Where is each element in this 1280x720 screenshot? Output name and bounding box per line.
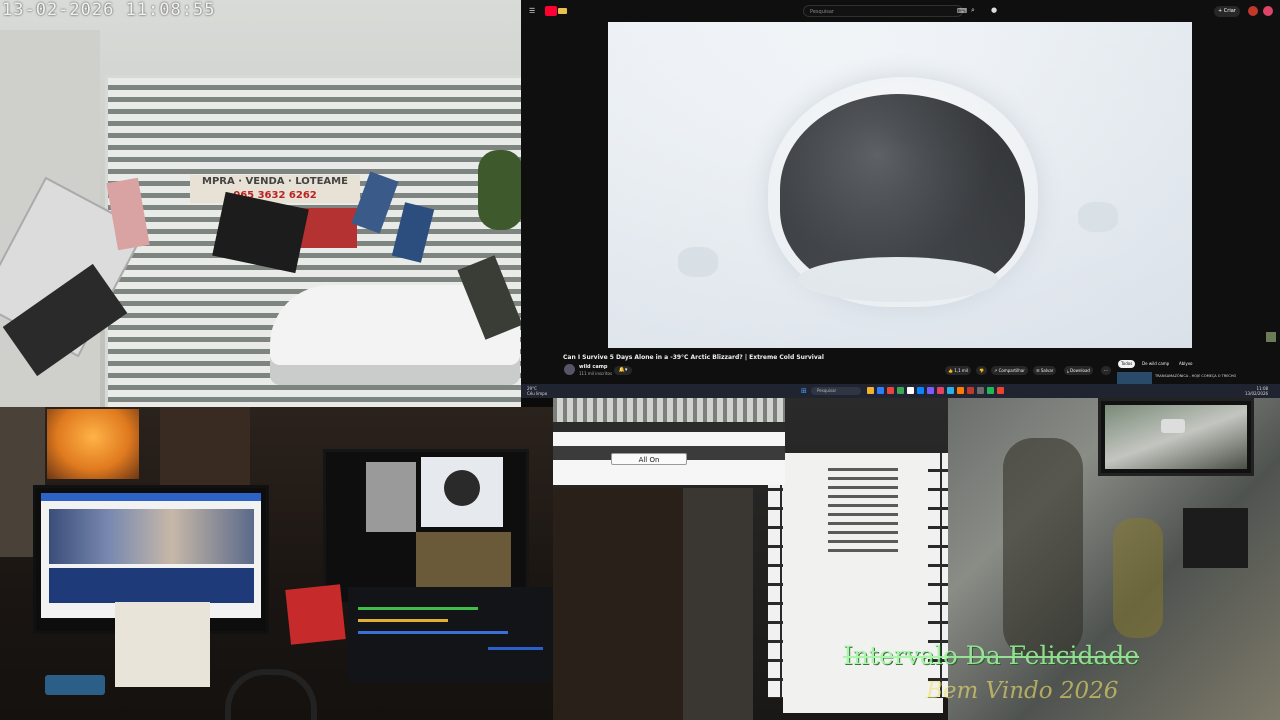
subscription-bell-button[interactable]: 🔔▾: [614, 366, 632, 375]
channel-avatar[interactable]: [564, 364, 575, 375]
browser-window: ☰ Pesquisar ⌨ ⌕ ● + Criar Can I Survive …: [521, 0, 1280, 398]
related-video-title[interactable]: TRANSAMAZÔNICA - HOJE COMEÇA O TRECHO: [1155, 374, 1236, 378]
monitor-right: [323, 449, 529, 605]
weather-widget[interactable]: 29°C Céu limpo: [527, 386, 547, 396]
taskbar-app-icon[interactable]: [907, 387, 914, 394]
monitor-left-screen: [41, 493, 261, 618]
dislike-button[interactable]: 👎: [976, 366, 987, 375]
taskbar-app-icon[interactable]: [867, 387, 874, 394]
youtube-header: ☰ Pesquisar ⌨ ⌕ ● + Criar: [521, 0, 1280, 22]
logo-badge-icon: [558, 8, 567, 14]
monitor-bottom: [348, 587, 553, 682]
desk-device: [45, 675, 105, 695]
graffiti-letters: [1113, 518, 1163, 638]
like-button[interactable]: 👍 1,1 mil: [945, 366, 972, 375]
related-video-thumbnail[interactable]: [1117, 372, 1152, 384]
desk-calendar: [115, 602, 210, 687]
sign-text: MPRA · VENDA · LOTEAME: [202, 176, 348, 187]
clock-date: 13/02/2026: [1245, 391, 1269, 396]
tv-car: [1161, 419, 1185, 433]
camera-feed-street: MPRA · VENDA · LOTEAME 065 3632 6262 13-…: [0, 0, 521, 407]
channel-name[interactable]: wild camp: [579, 364, 608, 370]
share-label: Compartilhar: [998, 368, 1025, 373]
like-count: 1,1 mil: [954, 368, 969, 373]
wall-tv: [1098, 398, 1254, 476]
miniplayer-icon[interactable]: [1266, 332, 1276, 342]
audio-meter: [358, 631, 508, 634]
taskbar-app-icon[interactable]: [977, 387, 984, 394]
notifications-icon[interactable]: [1248, 6, 1258, 16]
control-dialog: All On: [553, 398, 785, 485]
screen-panel: [49, 568, 254, 603]
windows-taskbar: 29°C Céu limpo ⊞ Pesquisar 11:08 13/02/2…: [521, 384, 1280, 398]
speaker: [1183, 508, 1248, 568]
youtube-play-icon: [545, 6, 557, 16]
video-player[interactable]: [608, 22, 1192, 348]
monitor-right-room-view: [416, 532, 511, 592]
monitor-right-camera-view: [366, 462, 416, 532]
taskbar-app-icon[interactable]: [927, 387, 934, 394]
all-on-button[interactable]: All On: [611, 453, 687, 465]
start-icon[interactable]: ⊞: [801, 387, 807, 395]
chip-all[interactable]: Todos: [1118, 360, 1136, 368]
graffiti-panel: [683, 488, 753, 720]
real-estate-sign: MPRA · VENDA · LOTEAME 065 3632 6262: [190, 175, 360, 203]
lamp: [47, 409, 139, 479]
tv-screen: [1105, 405, 1247, 469]
video-title: Can I Survive 5 Days Alone in a -39°C Ar…: [563, 354, 824, 361]
taskbar-app-icon[interactable]: [997, 387, 1004, 394]
audio-meter: [358, 607, 478, 610]
chip-from-channel[interactable]: De wild camp: [1139, 360, 1172, 368]
video-shading: [608, 22, 1192, 348]
taskbar-app-icon[interactable]: [877, 387, 884, 394]
keyboard-icon[interactable]: ⌨: [957, 7, 967, 15]
sign-phone: 065 3632 6262: [233, 190, 317, 201]
screen-header: [41, 493, 261, 501]
door-blinds: [828, 468, 898, 558]
save-label: Salvar: [1040, 368, 1054, 373]
red-box: [285, 584, 346, 645]
dialog-preview-strip: [553, 398, 785, 422]
overlay-subtitle: Bem Vindo 2026: [926, 678, 1119, 704]
monitor-right-cave-view: [444, 470, 480, 506]
audio-meter: [358, 619, 448, 622]
taskbar-app-icon[interactable]: [987, 387, 994, 394]
overlay-title: Intervalo Da Felicidade: [843, 641, 1140, 670]
taskbar-app-icon[interactable]: [957, 387, 964, 394]
audio-meter: [488, 647, 543, 650]
create-button[interactable]: + Criar: [1214, 6, 1240, 17]
title-strike: [843, 655, 1140, 658]
taskbar-app-icon[interactable]: [917, 387, 924, 394]
dialog-titlebar: [553, 422, 785, 432]
download-button[interactable]: ⤓ Download: [1064, 366, 1093, 375]
plant: [478, 150, 521, 230]
taskbar-app-icon[interactable]: [937, 387, 944, 394]
taskbar-app-icon[interactable]: [887, 387, 894, 394]
taskbar-app-icon[interactable]: [947, 387, 954, 394]
download-label: Download: [1070, 368, 1090, 373]
taskbar-app-icon[interactable]: [967, 387, 974, 394]
search-input[interactable]: Pesquisar: [803, 5, 963, 17]
camera-timestamp: 13-02-2026 11:08:55: [2, 0, 216, 20]
menu-icon[interactable]: ☰: [529, 7, 535, 15]
search-icon[interactable]: ⌕: [971, 6, 975, 14]
camera-feed-studio: [0, 407, 553, 720]
account-avatar[interactable]: [1263, 6, 1273, 16]
taskbar-search[interactable]: Pesquisar: [811, 387, 861, 395]
chip-related[interactable]: Ablyxo: [1176, 360, 1195, 368]
weather-description: Céu limpo: [527, 391, 548, 396]
screen-video: [49, 509, 254, 564]
taskbar-clock[interactable]: 11:08 13/02/2026: [1245, 386, 1268, 396]
taskbar-app-icon[interactable]: [897, 387, 904, 394]
microphone-icon[interactable]: ●: [991, 6, 997, 14]
wall-art: [160, 407, 250, 487]
more-actions-button[interactable]: ···: [1101, 366, 1111, 375]
save-button[interactable]: ☰ Salvar: [1033, 366, 1057, 375]
headphones: [225, 669, 317, 720]
share-button[interactable]: ↗ Compartilhar: [991, 366, 1028, 375]
youtube-logo[interactable]: [545, 6, 567, 16]
graffiti-letters: [1003, 438, 1083, 658]
subscriber-count: 111 mil inscritos: [579, 371, 613, 376]
